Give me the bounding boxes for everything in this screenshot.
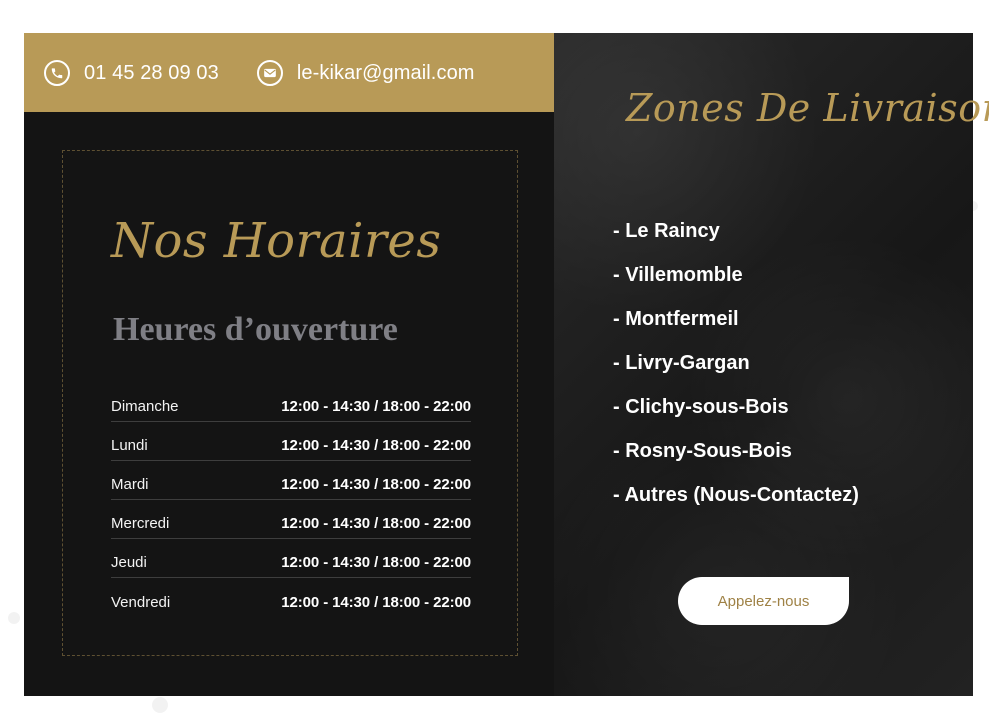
phone-icon [44,59,70,86]
email-contact[interactable]: le-kikar@gmail.com [256,59,475,86]
schedule-title: Nos Horaires [111,213,442,269]
left-panel: 01 45 28 09 03 le-kikar@gmail.com Nos Ho… [24,33,554,696]
delivery-zone-item: - Rosny-Sous-Bois [613,440,792,462]
delivery-title: Zones De Livraison [626,86,989,130]
time-label: 12:00 - 14:30 / 18:00 - 22:00 [281,398,471,415]
phone-contact[interactable]: 01 45 28 09 03 [44,59,219,86]
call-button[interactable]: Appelez-nous [678,577,849,625]
delivery-zone-item: - Livry-Gargan [613,352,750,374]
day-label: Mercredi [111,515,170,532]
hours-table: Dimanche 12:00 - 14:30 / 18:00 - 22:00 L… [111,383,471,617]
hours-row: Mardi 12:00 - 14:30 / 18:00 - 22:00 [111,461,471,500]
schedule-subtitle: Heures d’ouverture [113,311,398,348]
mail-icon [256,59,283,86]
right-panel: Zones De Livraison - Le Raincy - Villemo… [554,33,989,696]
delivery-zone-item: - Autres (Nous-Contactez) [613,484,859,506]
contact-bar: 01 45 28 09 03 le-kikar@gmail.com [24,33,554,112]
day-label: Vendredi [111,594,171,611]
time-label: 12:00 - 14:30 / 18:00 - 22:00 [281,476,471,493]
day-label: Jeudi [111,554,147,571]
delivery-zone-item: - Le Raincy [613,220,720,242]
time-label: 12:00 - 14:30 / 18:00 - 22:00 [281,554,471,571]
hours-row: Jeudi 12:00 - 14:30 / 18:00 - 22:00 [111,539,471,578]
delivery-zone-item: - Montfermeil [613,308,739,330]
day-label: Dimanche [111,398,179,415]
day-label: Mardi [111,476,149,493]
background-dot [152,697,168,713]
hours-row: Dimanche 12:00 - 14:30 / 18:00 - 22:00 [111,383,471,422]
delivery-zone-item: - Clichy-sous-Bois [613,396,789,418]
hours-row: Vendredi 12:00 - 14:30 / 18:00 - 22:00 [111,578,471,617]
background-dot [8,612,20,624]
hours-row: Mercredi 12:00 - 14:30 / 18:00 - 22:00 [111,500,471,539]
phone-number[interactable]: 01 45 28 09 03 [84,63,219,83]
time-label: 12:00 - 14:30 / 18:00 - 22:00 [281,594,471,611]
delivery-zone-list: - Le Raincy - Villemomble - Montfermeil … [613,221,859,529]
email-address[interactable]: le-kikar@gmail.com [297,63,475,83]
time-label: 12:00 - 14:30 / 18:00 - 22:00 [281,437,471,454]
delivery-zone-item: - Villemomble [613,264,743,286]
day-label: Lundi [111,437,148,454]
time-label: 12:00 - 14:30 / 18:00 - 22:00 [281,515,471,532]
hours-row: Lundi 12:00 - 14:30 / 18:00 - 22:00 [111,422,471,461]
opening-hours-card: Nos Horaires Heures d’ouverture Dimanche… [62,150,518,656]
